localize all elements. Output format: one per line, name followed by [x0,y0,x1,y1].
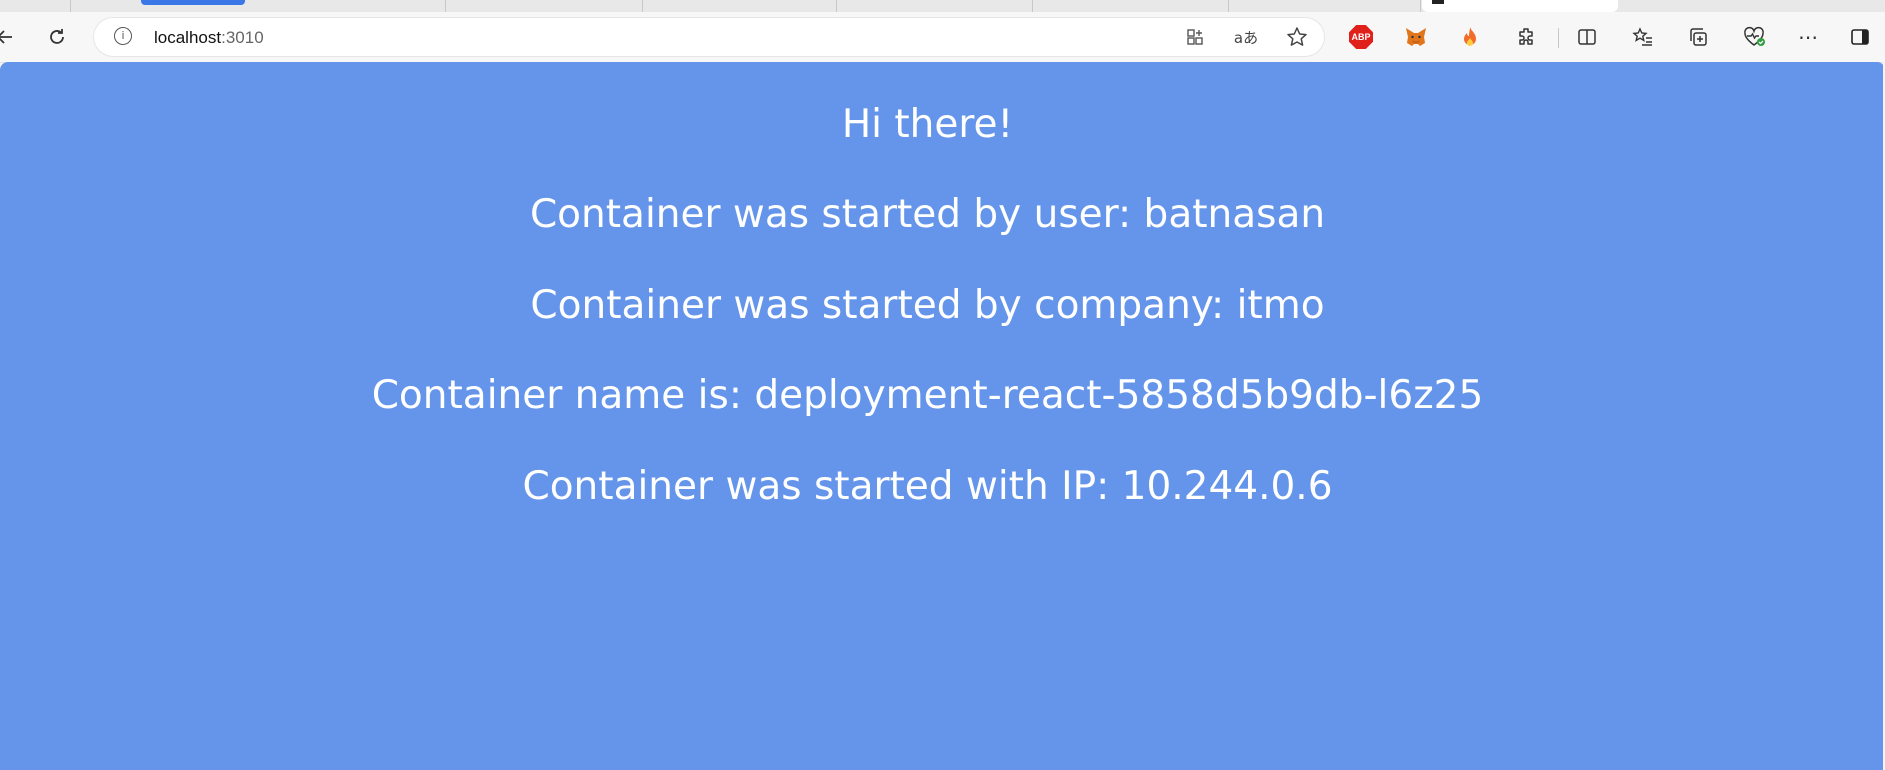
info-icon[interactable]: i [114,27,132,45]
refresh-icon[interactable] [44,24,70,50]
url-text[interactable]: localhost:3010 [154,28,264,48]
browser-tab[interactable] [838,0,1033,12]
puzzle-icon[interactable] [1514,24,1540,50]
favorites-list-icon[interactable] [1630,24,1656,50]
adblock-plus-icon[interactable]: ABP [1349,25,1373,49]
star-icon[interactable] [1284,24,1310,50]
app-available-icon[interactable] [1182,24,1208,50]
container-name-text: Container name is: deployment-react-5858… [371,373,1484,418]
active-tab[interactable] [1422,0,1618,12]
split-screen-icon[interactable] [1574,24,1600,50]
translate-icon[interactable]: aあ [1233,24,1259,50]
metamask-fox-icon[interactable] [1404,25,1428,49]
browser-tab[interactable] [644,0,837,12]
greeting-text: Hi there! [841,102,1014,147]
browser-toolbar: i localhost:3010 aあ ABP ⋯ [0,12,1885,63]
tab-group-indicator[interactable] [141,0,245,5]
user-info-text: Container was started by user: batnasan [529,192,1326,237]
container-ip-text: Container was started with IP: 10.244.0.… [522,464,1333,509]
browser-tab[interactable] [250,0,446,12]
company-info-text: Container was started by company: itmo [530,283,1325,328]
browser-tab[interactable] [1230,0,1421,12]
browser-tab[interactable] [447,0,643,12]
browser-tab[interactable] [1620,0,1885,12]
tab-strip [0,0,1885,12]
heart-pulse-icon[interactable] [1741,24,1767,50]
back-arrow-icon[interactable] [0,24,18,50]
toolbar-divider [1558,28,1559,48]
sidebar-icon[interactable] [1847,24,1873,50]
browser-tab[interactable] [0,0,71,12]
url-host: localhost [154,28,222,47]
browser-tab[interactable] [1034,0,1229,12]
flame-icon[interactable] [1459,25,1481,49]
collections-icon[interactable] [1685,24,1711,50]
tab-favicon-icon [1432,0,1444,4]
url-port: :3010 [221,28,264,47]
page-content: Hi there! Container was started by user:… [0,62,1885,770]
address-bar[interactable]: i localhost:3010 aあ [94,18,1324,56]
more-dots-icon[interactable]: ⋯ [1795,24,1821,50]
